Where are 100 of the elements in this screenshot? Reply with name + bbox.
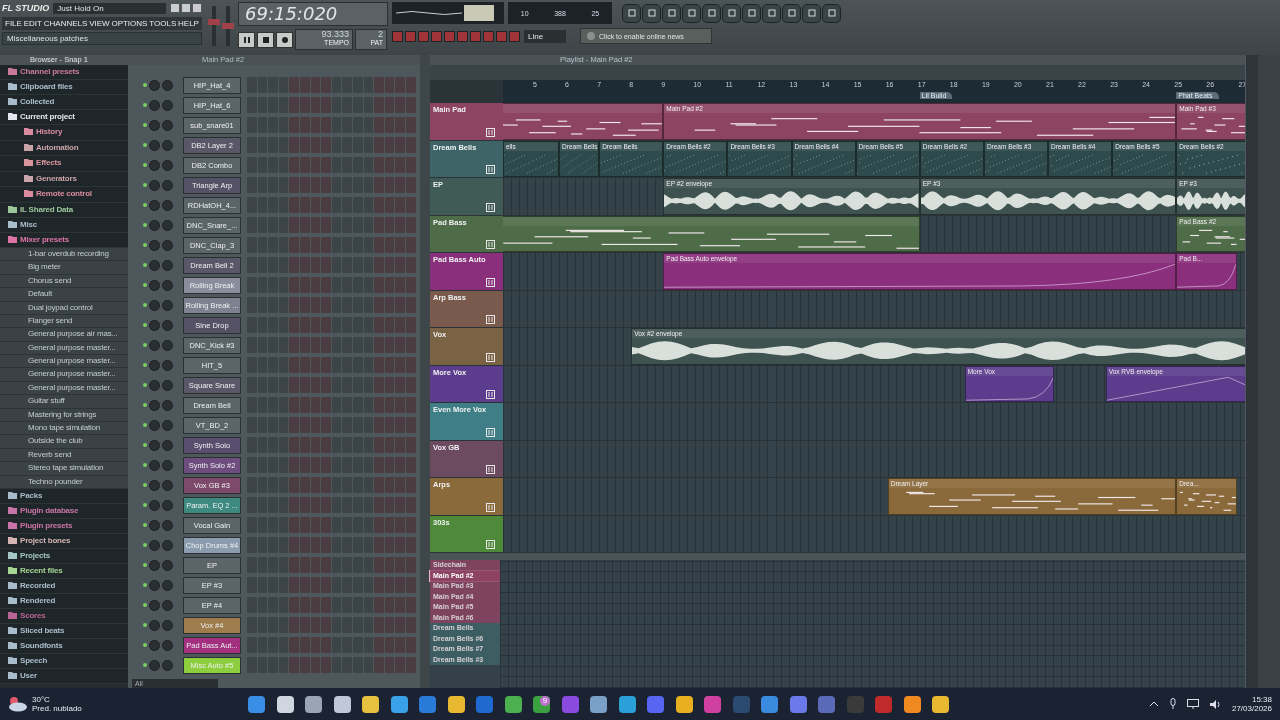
browser-item[interactable]: Mono tape simulation [0, 422, 128, 436]
volume-knob[interactable] [162, 579, 173, 591]
browser-item[interactable]: General purpose air mas... [0, 328, 128, 342]
step-sequencer-row[interactable] [247, 497, 416, 513]
channel-led[interactable] [143, 343, 147, 347]
volume-knob[interactable] [162, 399, 173, 411]
volume-knob[interactable] [162, 539, 173, 551]
channel-led[interactable] [143, 623, 147, 627]
volume-knob[interactable] [162, 259, 173, 271]
volume-knob[interactable] [162, 179, 173, 191]
step-sequencer-row[interactable] [247, 337, 416, 353]
channel-led[interactable] [143, 283, 147, 287]
start-button[interactable] [248, 695, 265, 713]
browser-item[interactable]: General purpose master... [0, 355, 128, 369]
menu-item[interactable]: OPTIONS [111, 19, 148, 28]
step-sequencer-row[interactable] [247, 597, 416, 613]
volume-knob[interactable] [162, 559, 173, 571]
step-sequencer-row[interactable] [247, 237, 416, 253]
channel-led[interactable] [143, 263, 147, 267]
menu-item[interactable]: FILE [5, 19, 22, 28]
volume-knob[interactable] [162, 619, 173, 631]
volume-knob[interactable] [162, 239, 173, 251]
channel-led[interactable] [143, 303, 147, 307]
browser-item[interactable]: Packs [0, 489, 128, 504]
menu-item[interactable]: VIEW [89, 19, 110, 28]
browser-item[interactable]: Current project [0, 110, 128, 125]
taskbar-app-icon[interactable] [675, 695, 693, 713]
pan-knob[interactable] [149, 459, 160, 471]
volume-knob[interactable] [162, 79, 173, 91]
taskbar-app-icon[interactable] [903, 695, 921, 713]
volume-knob[interactable] [162, 139, 173, 151]
channel-led[interactable] [143, 663, 147, 667]
volume-knob[interactable] [162, 319, 173, 331]
pan-knob[interactable] [149, 259, 160, 271]
pan-knob[interactable] [149, 539, 160, 551]
microphone-icon[interactable] [1168, 698, 1177, 710]
pan-knob[interactable] [149, 639, 160, 651]
channel-led[interactable] [143, 463, 147, 467]
menu-item[interactable]: CHANNELS [43, 19, 88, 28]
toggle-button[interactable] [509, 30, 520, 42]
channel-led[interactable] [143, 563, 147, 567]
browser-item[interactable]: Outside the club [0, 435, 128, 449]
step-sequencer-row[interactable] [247, 137, 416, 153]
pan-knob[interactable] [149, 659, 160, 671]
pan-knob[interactable] [149, 519, 160, 531]
toggle-button[interactable] [418, 30, 429, 42]
pan-knob[interactable] [149, 279, 160, 291]
browser-item[interactable]: General purpose master... [0, 368, 128, 382]
volume-knob[interactable] [162, 599, 173, 611]
browser-item[interactable]: Plugin presets [0, 519, 128, 534]
toolbar-button[interactable] [722, 3, 741, 23]
browser-item[interactable]: Channel presets [0, 65, 128, 80]
toggle-button[interactable] [405, 30, 416, 42]
channel-led[interactable] [143, 83, 147, 87]
browser-item[interactable]: Project bones [0, 534, 128, 549]
step-sequencer-row[interactable] [247, 177, 416, 193]
channel-led[interactable] [143, 223, 147, 227]
menu-item[interactable]: TOOLS [149, 19, 177, 28]
browser-item[interactable]: Plugin database [0, 504, 128, 519]
browser-item[interactable]: Remote control [0, 187, 128, 203]
step-sequencer-row[interactable] [247, 537, 416, 553]
channel-led[interactable] [143, 123, 147, 127]
volume-knob[interactable] [162, 519, 173, 531]
volume-knob[interactable] [162, 279, 173, 291]
pan-knob[interactable] [149, 499, 160, 511]
chevron-up-icon[interactable] [1148, 701, 1159, 707]
toolbar-button[interactable] [702, 3, 721, 23]
browser-item[interactable]: History [0, 125, 128, 141]
channel-led[interactable] [143, 383, 147, 387]
browser-item[interactable]: Projects [0, 549, 128, 564]
pan-knob[interactable] [149, 599, 160, 611]
step-sequencer-row[interactable] [247, 397, 416, 413]
volume-knob[interactable] [162, 459, 173, 471]
volume-knob[interactable] [162, 659, 173, 671]
toolbar-button[interactable] [642, 3, 661, 23]
taskbar-app-icon[interactable] [761, 695, 778, 713]
channel-led[interactable] [143, 603, 147, 607]
stop-button[interactable] [257, 31, 274, 48]
channel-led[interactable] [143, 183, 147, 187]
taskbar-app-icon[interactable] [590, 695, 607, 713]
browser-item[interactable]: Recent files [0, 564, 128, 579]
step-sequencer-row[interactable] [247, 317, 416, 333]
step-sequencer-row[interactable] [247, 617, 416, 633]
volume-knob[interactable] [162, 199, 173, 211]
pan-knob[interactable] [149, 619, 160, 631]
step-sequencer-row[interactable] [247, 557, 416, 573]
pause-button[interactable] [238, 31, 255, 48]
playlist-scrollbar[interactable] [1245, 55, 1258, 688]
step-sequencer-row[interactable] [247, 577, 416, 593]
channel-led[interactable] [143, 483, 147, 487]
pan-knob[interactable] [149, 199, 160, 211]
toolbar-button[interactable] [682, 3, 701, 23]
playlist-clip[interactable] [503, 215, 920, 252]
browser-item[interactable]: Default [0, 288, 128, 302]
volume-knob[interactable] [162, 439, 173, 451]
pan-knob[interactable] [149, 439, 160, 451]
browser-item[interactable]: Effects [0, 156, 128, 172]
channel-led[interactable] [143, 583, 147, 587]
step-sequencer-row[interactable] [247, 197, 416, 213]
taskbar-app-icon[interactable] [932, 695, 949, 713]
